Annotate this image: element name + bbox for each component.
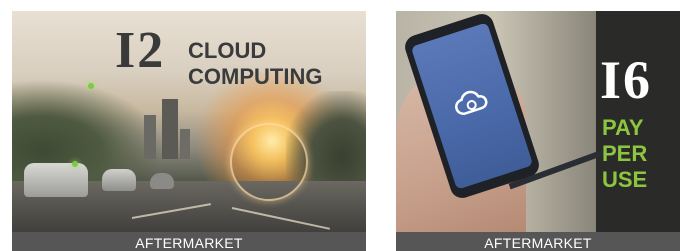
card-caption[interactable]: AFTERMARKET <box>396 232 680 251</box>
glow-ring <box>230 123 308 201</box>
card-cloud-computing[interactable]: I2 CLOUD COMPUTING AFTERMARKET <box>12 11 366 251</box>
phone-hand-image: I6 PAY PER USE <box>396 11 680 232</box>
card-number: I2 <box>115 22 166 79</box>
card-pay-per-use[interactable]: I6 PAY PER USE AFTERMARKET <box>396 11 680 251</box>
card-number: I6 <box>600 50 653 110</box>
card-title: PAY PER USE <box>602 115 648 192</box>
cloud-icon <box>455 90 488 115</box>
sunset-road-image: I2 CLOUD COMPUTING <box>12 11 366 232</box>
card-title: CLOUD COMPUTING <box>188 38 323 89</box>
card-caption[interactable]: AFTERMARKET <box>12 232 366 251</box>
